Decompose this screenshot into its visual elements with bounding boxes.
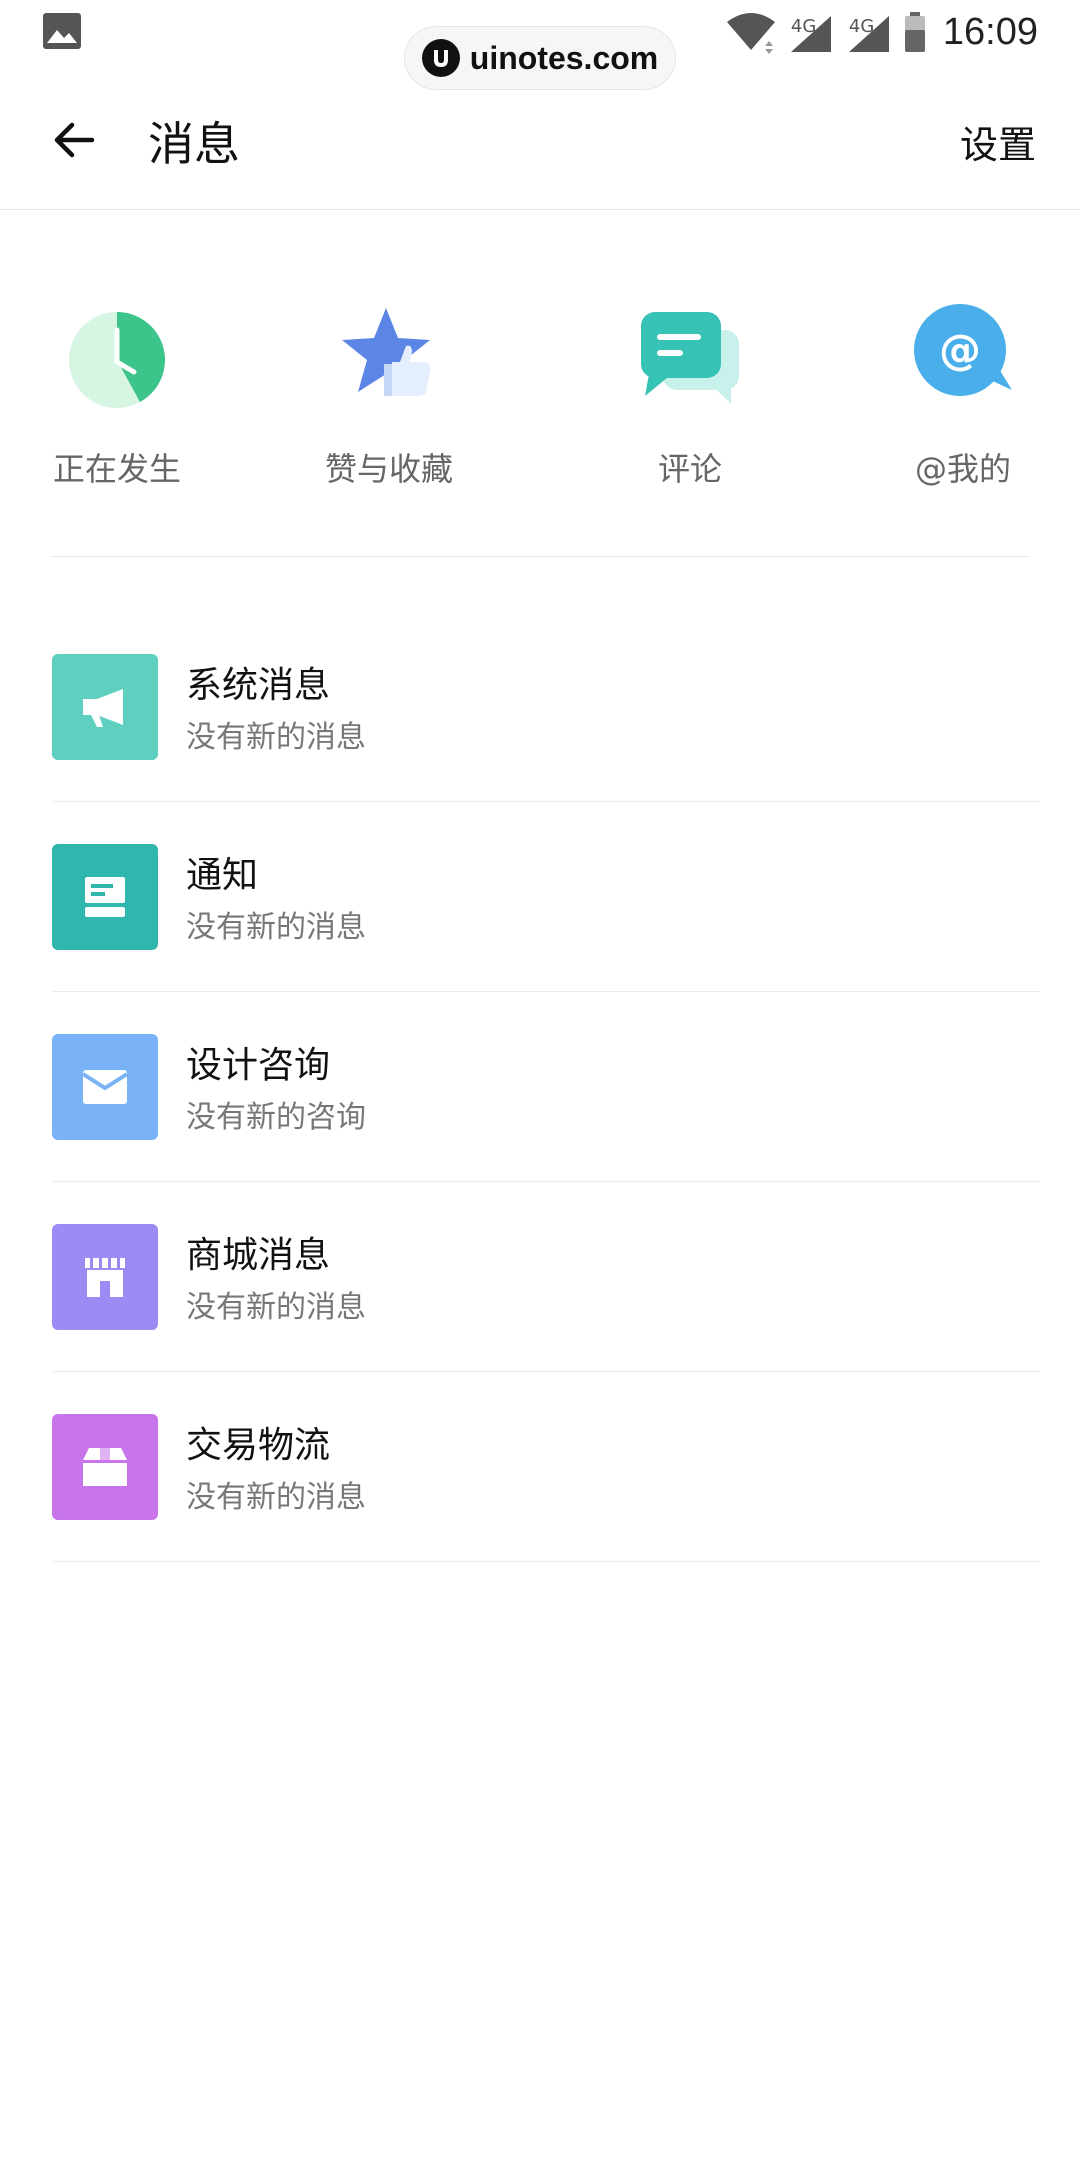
message-item-design-consult[interactable]: 设计咨询 没有新的咨询 bbox=[52, 992, 1040, 1182]
message-title: 通知 bbox=[186, 855, 259, 896]
svg-text:@: @ bbox=[939, 325, 981, 374]
quick-action-happening[interactable]: 正在发生 bbox=[17, 300, 217, 500]
star-like-icon bbox=[342, 308, 431, 396]
message-title: 系统消息 bbox=[186, 665, 331, 706]
message-subtitle: 没有新的咨询 bbox=[186, 1100, 366, 1135]
design-consult-tile bbox=[52, 1034, 158, 1140]
quick-action-mentions[interactable]: @ @我的 bbox=[863, 300, 1063, 500]
message-item-notice[interactable]: 通知 没有新的消息 bbox=[52, 802, 1040, 992]
status-time: 16:09 bbox=[942, 10, 1038, 53]
message-subtitle: 没有新的消息 bbox=[186, 1480, 366, 1515]
quick-actions: 正在发生 赞与收藏 评论 @ @我的 bbox=[0, 300, 1080, 500]
megaphone-icon bbox=[83, 689, 123, 727]
message-subtitle: 没有新的消息 bbox=[186, 720, 366, 755]
settings-button[interactable]: 设置 bbox=[960, 114, 1036, 169]
quick-action-label: 评论 bbox=[657, 450, 722, 488]
clock-icon bbox=[69, 312, 165, 408]
notice-icon bbox=[85, 877, 125, 917]
quick-action-comments[interactable]: 评论 bbox=[590, 300, 790, 500]
signal-icon-2: 4G bbox=[845, 10, 893, 54]
page-title: 消息 bbox=[148, 117, 240, 171]
at-icon: @ bbox=[914, 304, 1012, 396]
quick-action-label: 赞与收藏 bbox=[324, 450, 453, 488]
message-subtitle: 没有新的消息 bbox=[186, 910, 366, 945]
signal-icon: 4G bbox=[787, 10, 835, 54]
arrow-left-icon bbox=[54, 122, 95, 158]
back-button[interactable] bbox=[44, 110, 104, 170]
section-divider bbox=[52, 556, 1028, 557]
store-tile bbox=[52, 1224, 158, 1330]
box-icon bbox=[83, 1448, 127, 1486]
message-item-logistics[interactable]: 交易物流 没有新的消息 bbox=[52, 1372, 1040, 1562]
gallery-notification-icon bbox=[43, 13, 81, 49]
notice-tile bbox=[52, 844, 158, 950]
quick-action-label: @我的 bbox=[914, 450, 1011, 488]
message-title: 商城消息 bbox=[186, 1235, 331, 1276]
quick-action-likes[interactable]: 赞与收藏 bbox=[289, 300, 489, 500]
quick-action-label: 正在发生 bbox=[52, 450, 181, 488]
comment-icon bbox=[641, 312, 739, 404]
envelope-icon bbox=[81, 1070, 129, 1104]
header: 消息 设置 bbox=[0, 70, 1080, 210]
wifi-icon bbox=[726, 13, 775, 54]
store-icon bbox=[85, 1258, 125, 1297]
battery-icon bbox=[904, 12, 925, 52]
status-icons: 4G 4G 16:09 bbox=[725, 0, 1038, 64]
message-title: 交易物流 bbox=[186, 1425, 331, 1466]
system-message-tile bbox=[52, 654, 158, 760]
logistics-tile bbox=[52, 1414, 158, 1520]
message-subtitle: 没有新的消息 bbox=[186, 1290, 366, 1325]
message-item-store[interactable]: 商城消息 没有新的消息 bbox=[52, 1182, 1040, 1372]
message-list: 系统消息 没有新的消息 通知 没有新的消息 设计咨询 没有新的咨询 商城消息 没… bbox=[52, 612, 1040, 1562]
message-item-system[interactable]: 系统消息 没有新的消息 bbox=[52, 612, 1040, 802]
message-title: 设计咨询 bbox=[186, 1045, 331, 1086]
